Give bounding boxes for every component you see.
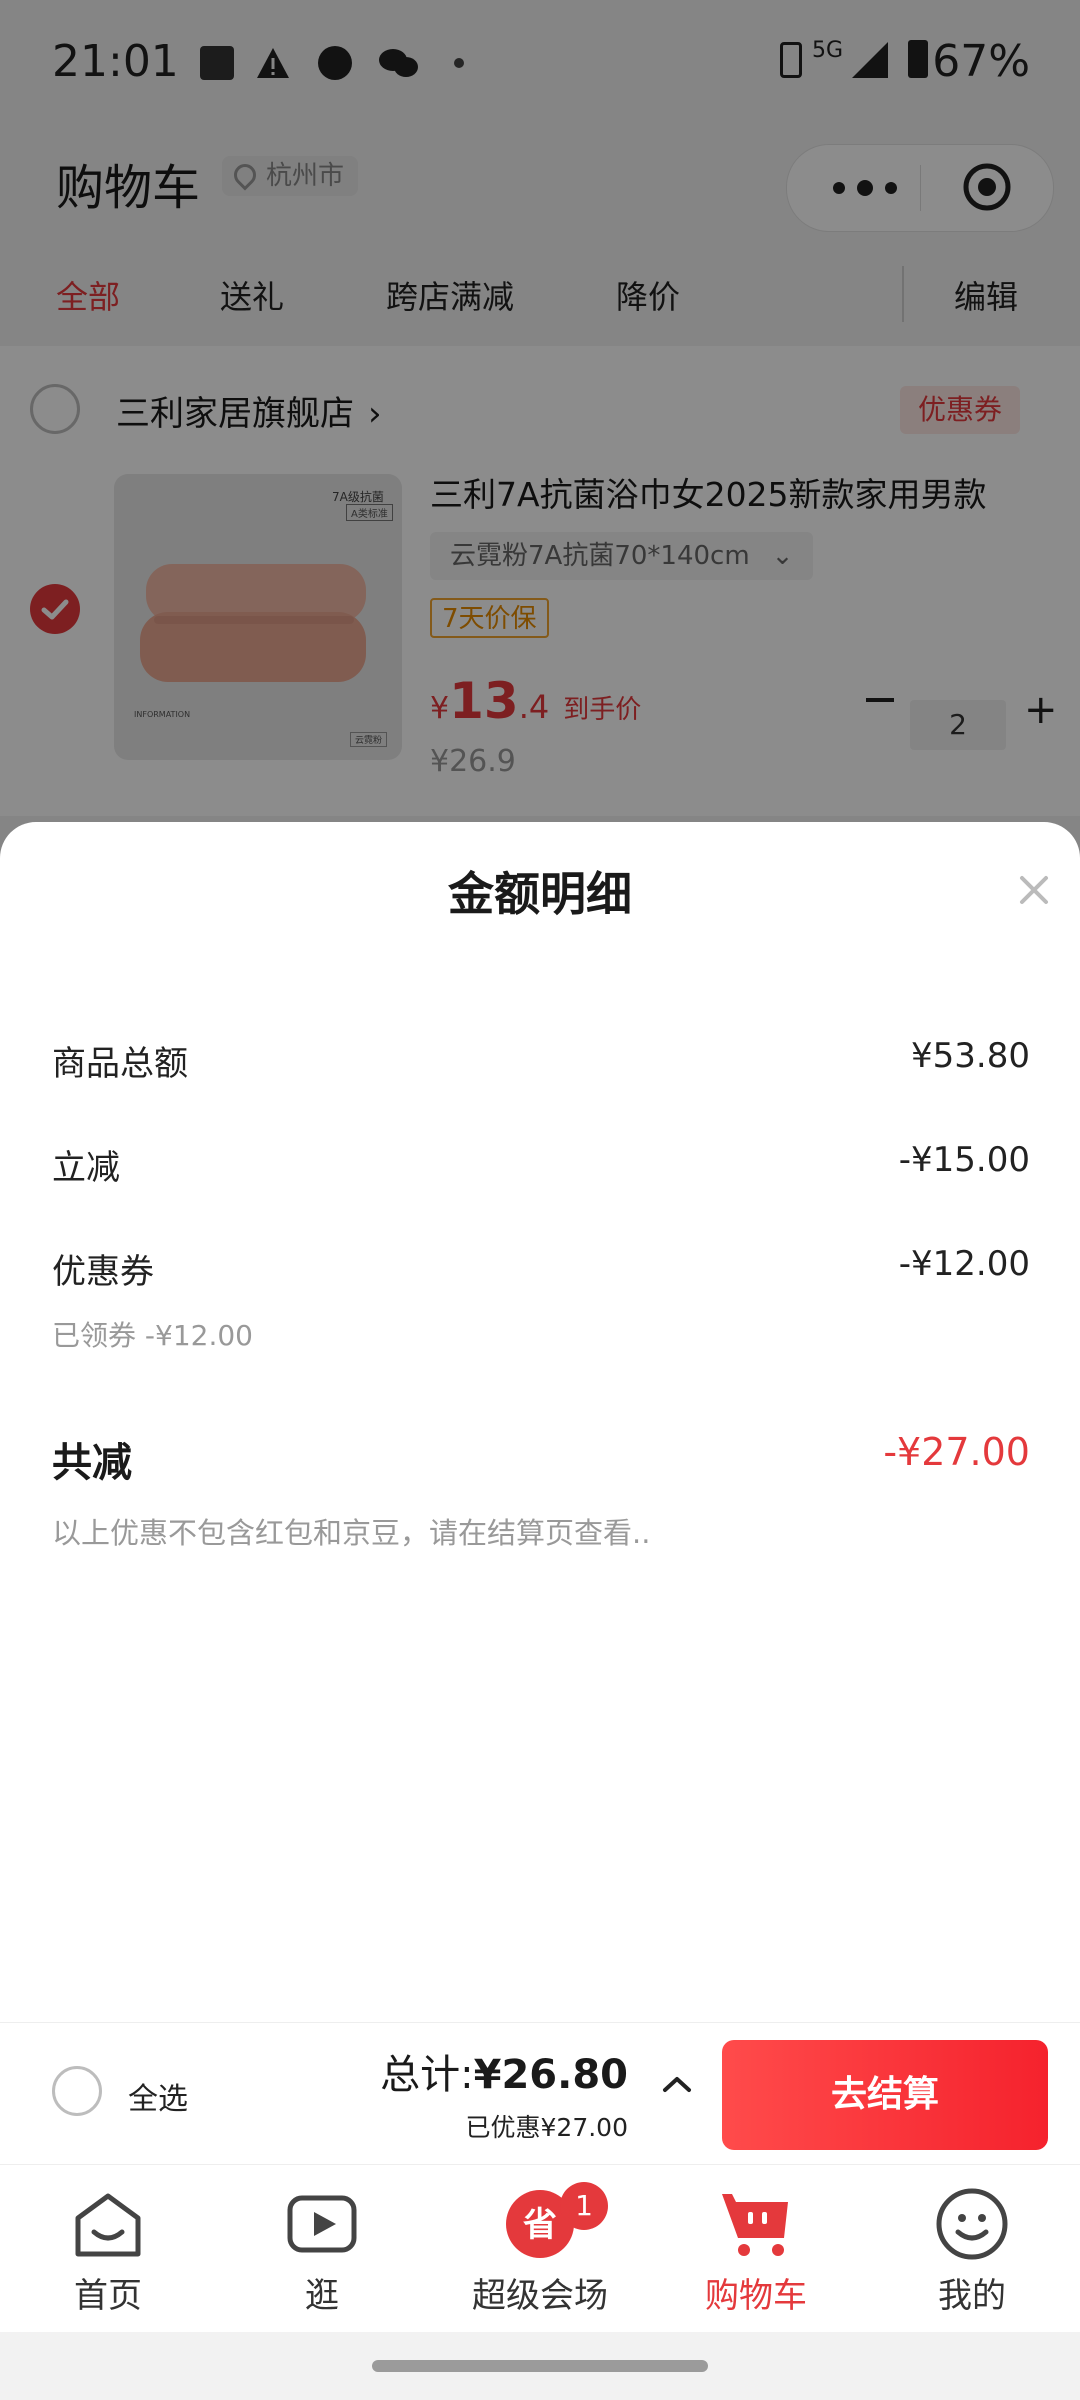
goods-total-value: ¥53.80 <box>911 1036 1030 1076</box>
video-icon <box>287 2195 357 2253</box>
select-all-radio[interactable] <box>52 2066 102 2116</box>
chevron-up-icon[interactable] <box>660 2072 694 2096</box>
home-icon <box>75 2193 141 2257</box>
goods-total-label: 商品总额 <box>52 1044 188 1084</box>
nav-profile-label: 我的 <box>938 2276 1006 2316</box>
nav-home-label: 首页 <box>74 2276 142 2316</box>
nav-profile[interactable]: 我的 <box>882 2178 1062 2317</box>
notification-badge: 1 <box>560 2182 608 2230</box>
select-all-label[interactable]: 全选 <box>128 2074 188 2118</box>
home-indicator[interactable] <box>372 2360 708 2372</box>
profile-icon <box>936 2188 1008 2260</box>
checkout-button[interactable]: 去结算 <box>722 2040 1048 2150</box>
discount-note: 以上优惠不包含红包和京豆，请在结算页查看.. <box>52 1516 651 1550</box>
svg-text:省: 省 <box>523 2205 557 2245</box>
nav-home[interactable]: 首页 <box>18 2178 198 2317</box>
nav-explore[interactable]: 逛 <box>232 2178 412 2317</box>
close-icon[interactable] <box>1010 866 1058 914</box>
cart-icon <box>722 2194 788 2256</box>
coupon-value: -¥12.00 <box>898 1244 1030 1284</box>
total-price: 总计:¥26.80 <box>380 2052 628 2098</box>
nav-cart-label: 购物车 <box>705 2276 807 2316</box>
sheet-title: 金额明细 <box>448 867 632 921</box>
saved-amount: 已优惠¥27.00 <box>465 2113 628 2142</box>
nav-cart[interactable]: 购物车 <box>666 2178 846 2317</box>
nav-super-venue-label: 超级会场 <box>472 2276 608 2316</box>
instant-discount-value: -¥15.00 <box>898 1140 1030 1180</box>
nav-explore-label: 逛 <box>305 2276 339 2316</box>
instant-discount-label: 立减 <box>52 1148 120 1188</box>
total-discount-value: -¥27.00 <box>883 1430 1030 1474</box>
coupon-label: 优惠券 <box>52 1252 154 1292</box>
total-discount-label: 共减 <box>52 1440 132 1486</box>
coupon-claimed-text: 已领券 -¥12.00 <box>52 1319 253 1352</box>
